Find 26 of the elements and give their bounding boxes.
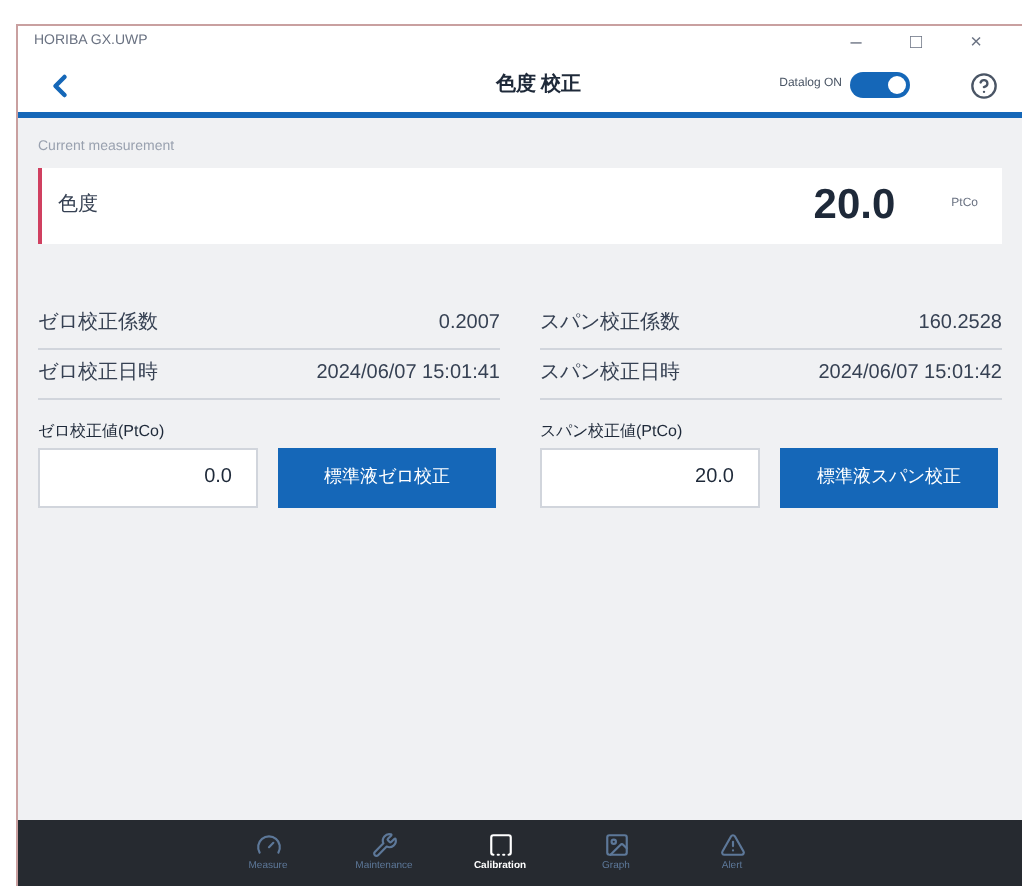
input-label: ゼロ校正値(PtCo)	[38, 419, 167, 443]
window-control[interactable]: ×	[946, 27, 1006, 57]
window-control[interactable]: –	[826, 27, 886, 57]
datalog-switch[interactable]	[850, 72, 910, 98]
calibrate-button[interactable]: 標準液スパン校正	[780, 447, 998, 507]
field-label: ゼロ校正日時	[38, 359, 158, 388]
window-control[interactable]: □	[886, 27, 946, 57]
field-value: 2024/06/07 15:01:42	[818, 360, 1002, 388]
calibrate-button[interactable]: 標準液ゼロ校正	[278, 447, 496, 507]
field-value: 0.2007	[438, 310, 500, 338]
input-label: スパン校正値(PtCo)	[540, 419, 685, 443]
picture-icon	[603, 831, 629, 858]
warning-icon	[719, 831, 745, 858]
wrench-icon	[371, 831, 397, 858]
input-field[interactable]: 20.0	[540, 447, 760, 507]
measurement-value: 20.0	[813, 179, 896, 232]
field-value: 160.2528	[918, 310, 1002, 338]
field-label: ゼロ校正係数	[38, 309, 158, 338]
field-label: スパン校正日時	[540, 359, 680, 388]
field-value: 2024/06/07 15:01:41	[316, 360, 500, 388]
page-title: 色度 校正	[495, 70, 582, 100]
field-label: スパン校正係数	[540, 309, 680, 338]
input-field[interactable]: 0.0	[38, 447, 258, 507]
gauge-icon	[255, 831, 281, 858]
help-icon[interactable]	[970, 71, 998, 99]
measurement-name: 色度	[58, 191, 100, 220]
